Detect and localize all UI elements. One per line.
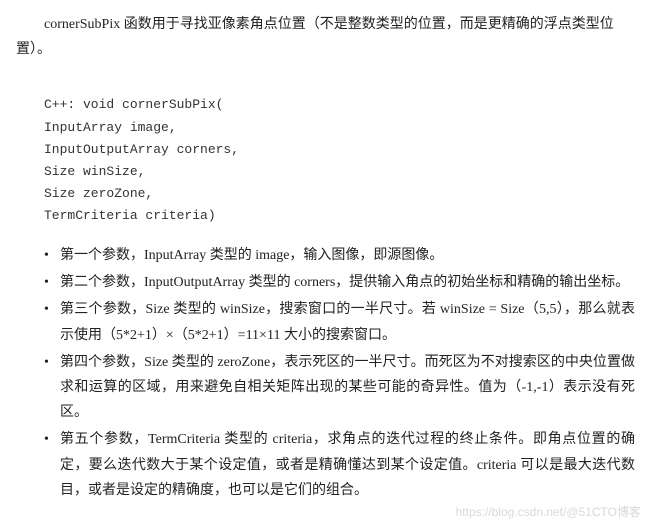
list-item: 第一个参数，InputArray 类型的 image，输入图像，即源图像。: [44, 243, 635, 268]
code-line: InputArray image,: [44, 120, 177, 135]
list-item: 第四个参数，Size 类型的 zeroZone，表示死区的一半尺寸。而死区为不对…: [44, 350, 635, 426]
code-line: Size zeroZone,: [44, 186, 153, 201]
intro-paragraph: cornerSubPix 函数用于寻找亚像素角点位置（不是整数类型的位置，而是更…: [16, 12, 635, 62]
code-line: C++: void cornerSubPix(: [44, 97, 223, 112]
list-item: 第五个参数，TermCriteria 类型的 criteria，求角点的迭代过程…: [44, 427, 635, 503]
list-item: 第三个参数，Size 类型的 winSize，搜索窗口的一半尺寸。若 winSi…: [44, 297, 635, 347]
list-item: 第二个参数，InputOutputArray 类型的 corners，提供输入角…: [44, 270, 635, 295]
parameter-list: 第一个参数，InputArray 类型的 image，输入图像，即源图像。 第二…: [16, 243, 635, 503]
code-line: Size winSize,: [44, 164, 145, 179]
code-line: InputOutputArray corners,: [44, 142, 239, 157]
watermark-text: https://blog.csdn.net/@51CTO博客: [456, 502, 641, 524]
code-line: TermCriteria criteria): [44, 208, 216, 223]
code-signature: C++: void cornerSubPix( InputArray image…: [44, 72, 635, 227]
